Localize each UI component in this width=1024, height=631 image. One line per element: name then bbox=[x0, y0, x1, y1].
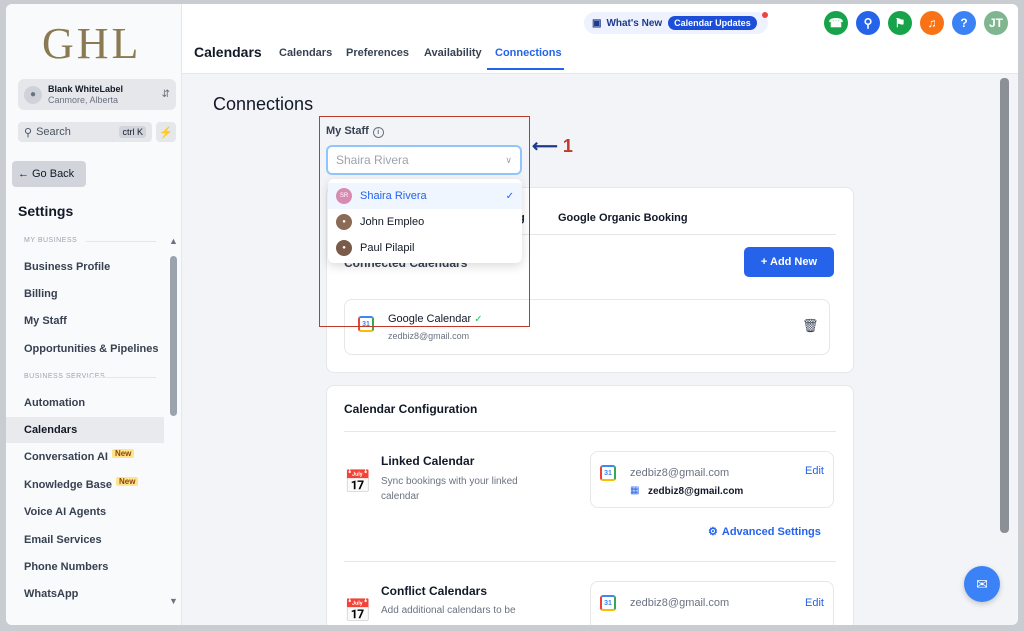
sidebar-item-calendars[interactable]: Calendars bbox=[6, 417, 164, 443]
calendar-check-icon: 📅 bbox=[344, 598, 372, 623]
linked-calendar-title: Linked Calendar bbox=[381, 454, 475, 468]
account-location: Canmore, Alberta bbox=[48, 94, 119, 105]
sidebar-scrollbar[interactable] bbox=[170, 256, 177, 416]
sidebar-item-automation[interactable]: Automation bbox=[6, 390, 164, 416]
trash-icon[interactable]: 🗑 bbox=[802, 318, 819, 334]
conflict-calendars-title: Conflict Calendars bbox=[381, 584, 488, 598]
account-name: Blank WhiteLabel bbox=[48, 83, 124, 94]
settings-title: Settings bbox=[18, 203, 74, 219]
linked-calendar-description: Sync bookings with your linked calendar bbox=[381, 476, 518, 502]
page-title: Connections bbox=[213, 94, 314, 114]
connected-calendar-email: zedbiz8@gmail.com bbox=[388, 331, 470, 341]
tab-google-organic-booking[interactable]: Google Organic Booking bbox=[558, 212, 688, 224]
conflict-edit-link[interactable]: Edit bbox=[805, 597, 824, 609]
top-header: Calendars Calendars Preferences Availabi… bbox=[182, 4, 1018, 74]
linked-account-email: zedbiz8@gmail.com bbox=[630, 467, 730, 479]
gift-icon: ▣ bbox=[592, 17, 602, 29]
sidebar-item-conversation-ai[interactable]: Conversation AI New bbox=[6, 444, 164, 470]
annotation-highlight-box bbox=[319, 116, 530, 327]
sidebar-item-business-profile[interactable]: Business Profile bbox=[6, 254, 164, 280]
avatar[interactable]: JT bbox=[984, 11, 1008, 35]
whats-new-button[interactable]: ▣ What's New Calendar Updates bbox=[584, 12, 768, 34]
sidebar-item-whatsapp[interactable]: WhatsApp bbox=[6, 581, 164, 607]
advanced-settings-link[interactable]: ⚙ Advanced Settings bbox=[708, 525, 821, 538]
header-title: Calendars bbox=[194, 44, 262, 60]
account-switcher[interactable]: ● Blank WhiteLabel Canmore, Alberta ⇵ bbox=[18, 79, 176, 110]
add-new-button[interactable]: + Add New bbox=[744, 247, 834, 277]
divider bbox=[344, 561, 836, 562]
search-shortcut: ctrl K bbox=[119, 126, 146, 138]
divider bbox=[344, 431, 836, 432]
annotation-marker: ⟵ 1 bbox=[532, 136, 573, 157]
arrow-left-icon: ← bbox=[18, 168, 29, 180]
tab-preferences[interactable]: Preferences bbox=[346, 47, 409, 59]
phone-icon[interactable]: ☎ bbox=[824, 11, 848, 35]
tab-connections[interactable]: Connections bbox=[495, 47, 562, 59]
sidebar-item-billing[interactable]: Billing bbox=[6, 281, 164, 307]
chat-icon[interactable]: ✉ bbox=[964, 566, 1000, 602]
conflict-account-email: zedbiz8@gmail.com bbox=[630, 597, 730, 609]
bell-icon[interactable]: ♫ bbox=[920, 11, 944, 35]
google-calendar-icon: 31 bbox=[600, 595, 616, 611]
linked-calendar-email: zedbiz8@gmail.com bbox=[648, 486, 744, 497]
chevron-updown-icon: ⇵ bbox=[161, 89, 170, 100]
sidebar: GHL ● Blank WhiteLabel Canmore, Alberta … bbox=[6, 4, 182, 625]
calendar-updates-pill[interactable]: Calendar Updates bbox=[668, 16, 757, 30]
page-scrollbar[interactable] bbox=[1000, 78, 1009, 533]
tab-availability[interactable]: Availability bbox=[424, 47, 482, 59]
sidebar-item-voice-ai-agents[interactable]: Voice AI Agents bbox=[6, 499, 164, 525]
brand-logo: GHL bbox=[42, 19, 142, 68]
megaphone-icon[interactable]: ⚑ bbox=[888, 11, 912, 35]
sidebar-item-knowledge-base[interactable]: Knowledge Base New bbox=[6, 472, 164, 498]
sidebar-item-opportunities[interactable]: Opportunities & Pipelines bbox=[6, 336, 164, 362]
scroll-down-icon[interactable]: ▼ bbox=[169, 596, 178, 606]
app-window: GHL ● Blank WhiteLabel Canmore, Alberta … bbox=[6, 4, 1018, 625]
conflict-calendars-description: Add additional calendars to be bbox=[381, 605, 516, 616]
bolt-icon[interactable]: ⚡ bbox=[156, 122, 176, 142]
search-icon: ⚲ bbox=[24, 126, 33, 139]
go-back-label: Go Back bbox=[32, 168, 75, 180]
annotation-number: 1 bbox=[562, 136, 573, 156]
sidebar-item-phone-numbers[interactable]: Phone Numbers bbox=[6, 554, 164, 580]
new-badge: New bbox=[116, 476, 139, 486]
scroll-up-icon[interactable]: ▲ bbox=[169, 236, 178, 246]
search-placeholder: Search bbox=[36, 126, 71, 138]
section-label-business-services: BUSINESS SERVICES bbox=[24, 373, 157, 380]
whats-new-label: What's New bbox=[606, 17, 663, 29]
tab-calendars[interactable]: Calendars bbox=[279, 47, 332, 59]
linked-account-box bbox=[590, 451, 834, 508]
dial-icon[interactable]: ⚲ bbox=[856, 11, 880, 35]
active-tab-indicator bbox=[487, 68, 564, 70]
section-label-my-business: MY BUSINESS bbox=[24, 237, 157, 244]
sidebar-item-email-services[interactable]: Email Services bbox=[6, 527, 164, 553]
calendar-icon: ▦ bbox=[630, 485, 640, 496]
notification-dot bbox=[762, 12, 768, 18]
go-back-button[interactable]: ← Go Back bbox=[12, 161, 86, 187]
linked-edit-link[interactable]: Edit bbox=[805, 465, 824, 477]
arrow-left-icon: ⟵ bbox=[532, 136, 558, 156]
google-calendar-icon: 31 bbox=[600, 465, 616, 481]
calendar-configuration-title: Calendar Configuration bbox=[344, 402, 478, 416]
user-icon: ● bbox=[24, 85, 42, 104]
new-badge: New bbox=[111, 448, 135, 458]
sidebar-item-my-staff[interactable]: My Staff bbox=[6, 308, 164, 334]
search-input[interactable]: ⚲ Search ctrl K bbox=[18, 122, 152, 142]
help-icon[interactable]: ? bbox=[952, 11, 976, 35]
calendar-star-icon: 📅 bbox=[344, 469, 372, 494]
gear-icon: ⚙ bbox=[708, 526, 718, 538]
